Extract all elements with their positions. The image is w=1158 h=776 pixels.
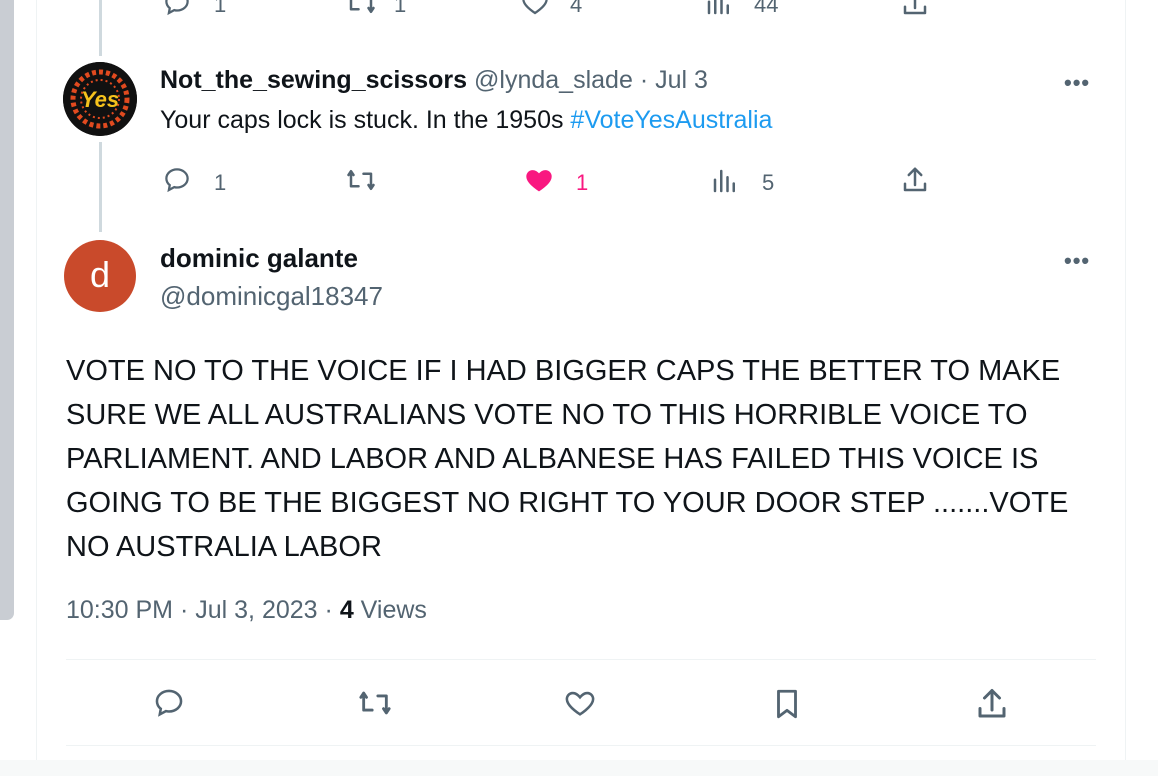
retweet-icon[interactable] [342,0,380,18]
more-options-button[interactable]: ••• [1064,248,1090,274]
thread-line-middle [99,142,102,232]
reply-count: 1 [214,170,227,195]
scrollbar-track[interactable] [0,0,16,625]
separator: · [324,596,333,624]
tweet-text: Your caps lock is stuck. In the 1950s #V… [160,106,772,135]
reply-icon[interactable] [150,686,188,720]
scrollbar-thumb[interactable] [0,0,14,620]
views-label: Views [360,596,427,624]
author-handle[interactable]: @lynda_slade [474,66,633,94]
avatar[interactable]: Yes [63,62,137,136]
divider [66,659,1096,660]
more-options-button[interactable]: ••• [1064,70,1090,96]
reply-author-line: Not_the_sewing_scissors @lynda_slade · J… [160,66,708,95]
yes-logo-avatar: Yes [63,62,137,136]
share-icon[interactable] [974,686,1010,722]
bottom-strip [0,760,1158,776]
column-border-left [36,0,37,776]
views-icon[interactable] [710,166,740,196]
separator: · [639,66,649,94]
views-count: 5 [762,170,775,195]
divider [66,745,1096,746]
share-icon[interactable] [900,0,930,18]
top-reply-count: 1 [214,0,227,17]
reply-icon[interactable] [160,165,194,195]
column-border-right [1125,0,1126,776]
like-icon[interactable] [561,686,599,720]
separator: · [179,596,189,624]
like-icon[interactable] [522,165,556,195]
bookmark-icon[interactable] [770,686,804,722]
author-handle[interactable]: @dominicgal18347 [160,281,383,312]
avatar-logo-text: Yes [81,87,119,112]
top-retweet-count: 1 [394,0,407,17]
share-icon[interactable] [900,165,930,195]
avatar[interactable]: d [64,240,136,312]
tweet-time[interactable]: 10:30 PM [66,596,173,624]
tweet-text-body: Your caps lock is stuck. In the 1950s [160,106,564,134]
like-count: 1 [576,170,589,195]
views-count: 4 [339,596,354,624]
top-views-count: 44 [754,0,779,17]
thread-line-top [99,0,102,56]
author-name[interactable]: dominic galante [160,243,358,274]
retweet-icon[interactable] [354,686,396,720]
tweet-meta: 10:30 PM · Jul 3, 2023 · 4 Views [66,596,427,625]
top-like-count: 4 [570,0,583,17]
like-icon[interactable] [518,0,552,18]
author-name[interactable]: Not_the_sewing_scissors [160,66,467,94]
hashtag-link[interactable]: #VoteYesAustralia [570,106,772,134]
tweet-date[interactable]: Jul 3 [655,66,708,94]
tweet-date[interactable]: Jul 3, 2023 [195,596,317,624]
retweet-icon[interactable] [342,165,380,195]
views-icon[interactable] [704,0,734,18]
tweet-text: VOTE NO TO THE VOICE IF I HAD BIGGER CAP… [66,355,1069,563]
reply-icon[interactable] [160,0,194,18]
